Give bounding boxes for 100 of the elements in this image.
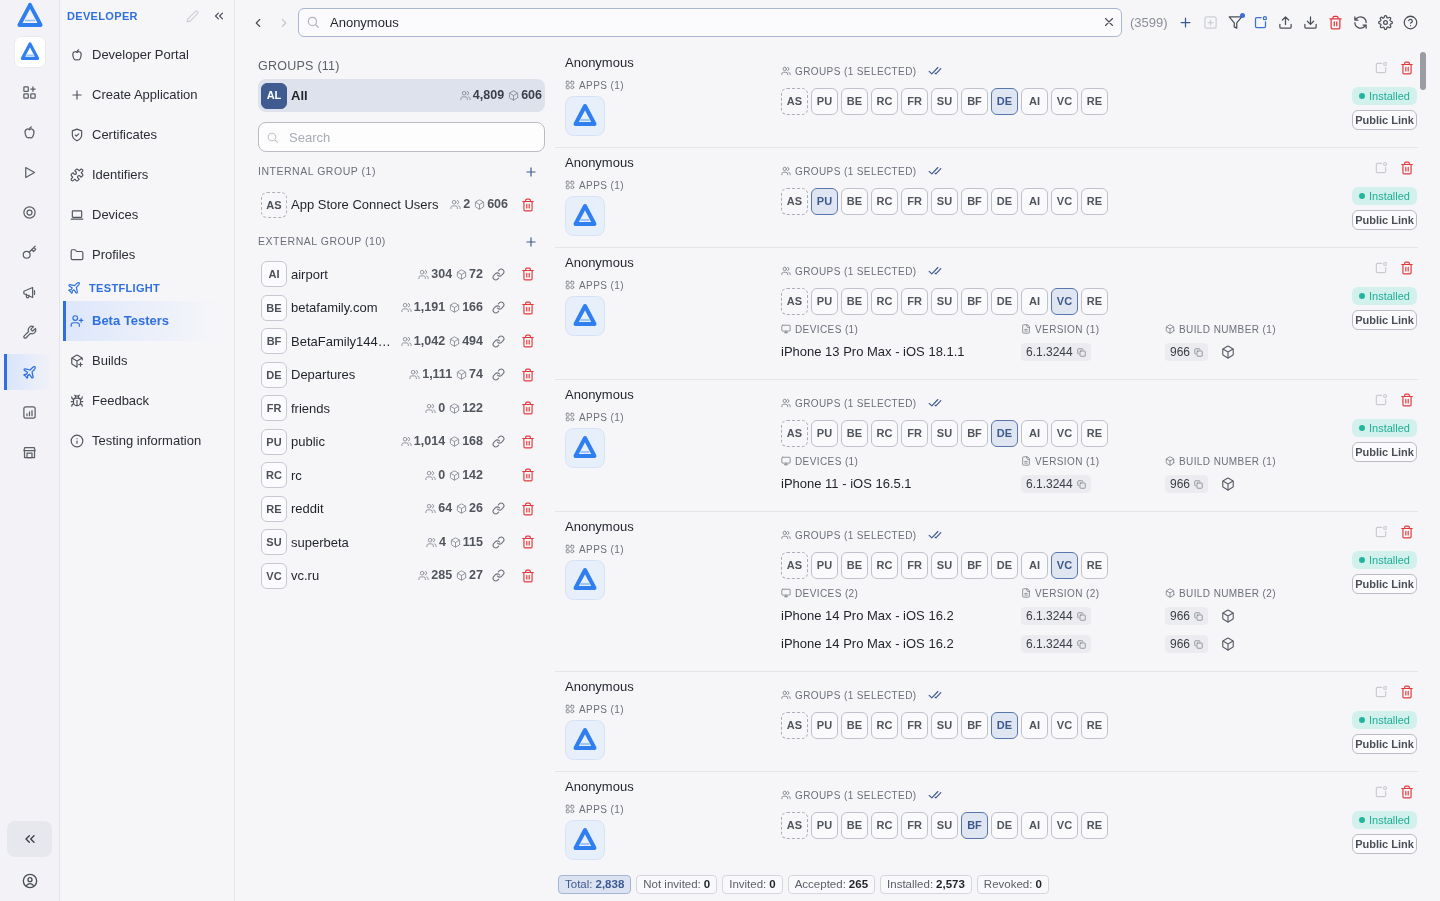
apple-icon[interactable] <box>22 124 37 140</box>
group-toggle[interactable]: RE <box>1081 420 1108 447</box>
sidebar-item[interactable]: Certificates <box>63 115 219 155</box>
group-toggle[interactable]: AI <box>1021 288 1048 315</box>
public-link-button[interactable]: Public Link <box>1352 110 1417 130</box>
group-toggle[interactable]: RC <box>871 188 898 215</box>
trash-icon[interactable] <box>521 501 535 516</box>
public-link-button[interactable]: Public Link <box>1352 834 1417 854</box>
apps-grid-icon[interactable] <box>22 84 37 100</box>
version-copy-button[interactable]: 6.1.3244 <box>1021 607 1091 625</box>
group-toggle[interactable]: PU <box>811 712 838 739</box>
group-toggle[interactable]: FR <box>901 288 928 315</box>
group-toggle[interactable]: BF <box>961 420 988 447</box>
trash-icon[interactable] <box>521 401 535 416</box>
close-icon[interactable] <box>1102 15 1116 29</box>
group-toggle[interactable]: AS <box>781 420 808 447</box>
double-chevron-icon[interactable] <box>212 9 226 23</box>
trash-icon[interactable] <box>521 267 535 282</box>
plus-icon[interactable] <box>524 234 538 249</box>
group-toggle[interactable]: SU <box>931 420 958 447</box>
group-toggle[interactable]: RC <box>871 552 898 579</box>
group-toggle[interactable]: VC <box>1051 288 1078 315</box>
group-toggle[interactable]: DE <box>991 552 1018 579</box>
user-circle-icon[interactable] <box>21 873 38 889</box>
scrollbar-thumb[interactable] <box>1420 52 1426 90</box>
group-toggle[interactable]: SU <box>931 552 958 579</box>
sidebar-item[interactable]: Feedback <box>63 381 219 421</box>
group-toggle[interactable]: RE <box>1081 712 1108 739</box>
group-toggle[interactable]: RE <box>1081 288 1108 315</box>
group-toggle[interactable]: FR <box>901 88 928 115</box>
group-toggle[interactable]: RE <box>1081 88 1108 115</box>
build-copy-button[interactable]: 966 <box>1165 607 1209 625</box>
group-toggle[interactable]: BE <box>841 552 868 579</box>
square-dot-icon[interactable] <box>1374 525 1388 539</box>
build-copy-button[interactable]: 966 <box>1165 475 1209 493</box>
trash-icon[interactable] <box>521 568 535 583</box>
trash-icon[interactable] <box>521 300 535 315</box>
group-toggle[interactable]: BF <box>961 188 988 215</box>
sidebar-item[interactable]: Identifiers <box>63 155 219 195</box>
group-toggle[interactable]: AS <box>781 712 808 739</box>
trash-icon[interactable] <box>521 367 535 382</box>
group-toggle[interactable]: BE <box>841 812 868 839</box>
group-toggle[interactable]: RE <box>1081 552 1108 579</box>
sidebar-item[interactable]: Testing information <box>63 421 219 461</box>
play-icon[interactable] <box>22 164 37 180</box>
app-logo-icon[interactable] <box>565 196 605 236</box>
square-dot-icon[interactable] <box>1374 785 1388 799</box>
trash-icon[interactable] <box>521 197 535 212</box>
square-dot-icon[interactable] <box>1374 261 1388 275</box>
link-icon[interactable] <box>491 368 505 382</box>
target-icon[interactable] <box>22 204 37 220</box>
group-toggle[interactable]: AI <box>1021 188 1048 215</box>
group-toggle[interactable]: FR <box>901 188 928 215</box>
group-toggle[interactable]: BF <box>961 552 988 579</box>
group-toggle[interactable]: DE <box>991 188 1018 215</box>
group-toggle[interactable]: DE <box>991 88 1018 115</box>
group-toggle[interactable]: RC <box>871 712 898 739</box>
sidebar-item[interactable]: Builds <box>63 341 219 381</box>
group-toggle[interactable]: SU <box>931 812 958 839</box>
trash-icon[interactable] <box>521 334 535 349</box>
build-copy-button[interactable]: 966 <box>1165 635 1209 653</box>
group-toggle[interactable]: PU <box>811 812 838 839</box>
group-toggle[interactable]: RE <box>1081 188 1108 215</box>
wrench-icon[interactable] <box>22 324 37 340</box>
sidebar-item[interactable]: Create Application <box>63 75 219 115</box>
group-toggle[interactable]: BF <box>961 812 988 839</box>
download-icon[interactable] <box>1302 15 1318 30</box>
group-toggle[interactable]: AS <box>781 88 808 115</box>
search-field[interactable]: Search <box>258 122 545 152</box>
trash-icon[interactable] <box>1400 785 1414 799</box>
megaphone-icon[interactable] <box>22 284 37 300</box>
storefront-icon[interactable] <box>22 444 37 460</box>
group-toggle[interactable]: AS <box>781 812 808 839</box>
group-toggle[interactable]: FR <box>901 420 928 447</box>
app-logo-icon[interactable] <box>565 96 605 136</box>
filter-icon[interactable] <box>1227 15 1243 30</box>
group-toggle[interactable]: VC <box>1051 420 1078 447</box>
group-toggle[interactable]: AI <box>1021 552 1048 579</box>
version-copy-button[interactable]: 6.1.3244 <box>1021 635 1091 653</box>
group-toggle[interactable]: AI <box>1021 88 1048 115</box>
group-toggle[interactable]: BE <box>841 288 868 315</box>
trash-icon[interactable] <box>1400 161 1414 175</box>
help-icon[interactable] <box>1402 15 1418 30</box>
link-icon[interactable] <box>491 334 505 348</box>
trash-icon[interactable] <box>1400 393 1414 407</box>
logo-icon[interactable] <box>15 2 44 30</box>
group-toggle[interactable]: BE <box>841 712 868 739</box>
group-toggle[interactable]: VC <box>1051 712 1078 739</box>
group-toggle[interactable]: RC <box>871 812 898 839</box>
group-toggle[interactable]: FR <box>901 812 928 839</box>
public-link-button[interactable]: Public Link <box>1352 210 1417 230</box>
link-icon[interactable] <box>491 502 505 516</box>
group-toggle[interactable]: DE <box>991 288 1018 315</box>
group-toggle[interactable]: AI <box>1021 712 1048 739</box>
group-toggle[interactable]: PU <box>811 420 838 447</box>
group-toggle[interactable]: AS <box>781 288 808 315</box>
app-logo-icon[interactable] <box>565 720 605 760</box>
stat-filter[interactable]: Installed: 2,573 <box>880 875 972 894</box>
stat-filter[interactable]: Invited: 0 <box>722 875 783 894</box>
cube-icon[interactable] <box>1221 477 1236 491</box>
